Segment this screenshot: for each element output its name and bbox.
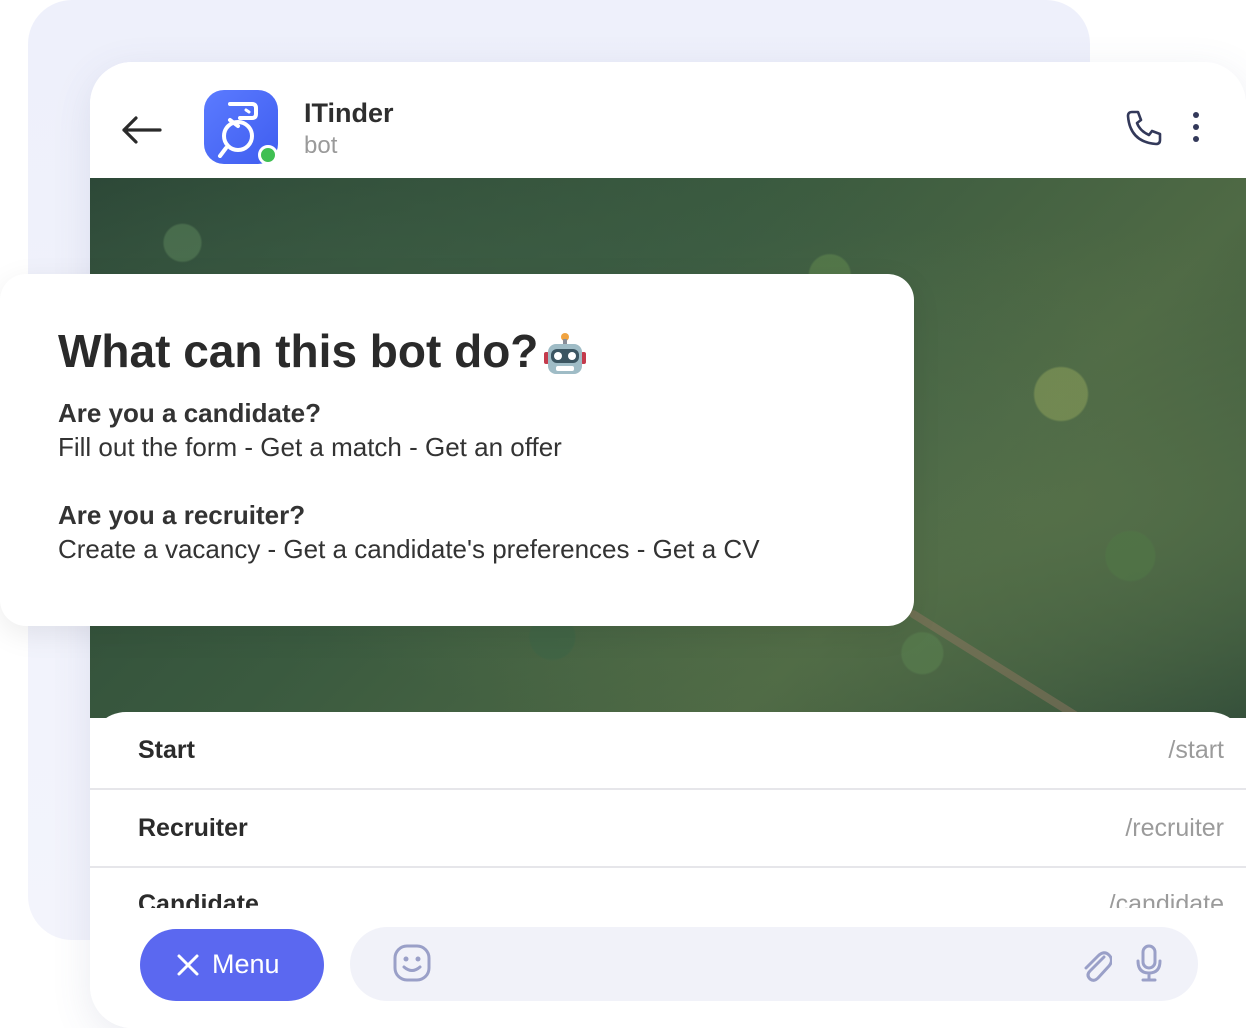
arrow-left-icon [122, 116, 162, 144]
command-code: /start [1168, 736, 1224, 764]
paperclip-icon [1084, 951, 1113, 982]
chat-title: ITinder [304, 98, 394, 128]
back-button[interactable] [120, 112, 162, 148]
composer-bar: Menu [90, 908, 1246, 1028]
menu-label: Menu [212, 949, 280, 979]
bot-description-card: What can this bot do? Are you a candidat… [0, 274, 914, 626]
more-options-button[interactable] [1184, 110, 1208, 144]
chat-header: ITinder bot [90, 62, 1246, 178]
command-row-recruiter[interactable]: Recruiter /recruiter [90, 790, 1246, 868]
microphone-button[interactable] [1134, 943, 1164, 988]
chat-subtitle: bot [304, 132, 338, 159]
call-button[interactable] [1124, 108, 1164, 148]
recruiter-question: Are you a recruiter? [58, 500, 306, 530]
recruiter-steps: Create a vacancy - Get a candidate's pre… [58, 534, 760, 564]
command-label: Recruiter [138, 814, 248, 842]
phone-icon [1126, 110, 1162, 146]
command-row-start[interactable]: Start /start [90, 712, 1246, 790]
candidate-steps: Fill out the form - Get a match - Get an… [58, 432, 562, 462]
online-status-dot [258, 145, 278, 165]
attach-button[interactable] [1078, 945, 1113, 988]
smile-icon [393, 944, 431, 982]
command-code: /recruiter [1125, 814, 1224, 842]
robot-icon [544, 332, 587, 374]
command-label: Start [138, 736, 195, 764]
menu-button[interactable]: Menu [140, 929, 324, 1001]
candidate-question: Are you a candidate? [58, 398, 321, 428]
emoji-button[interactable] [392, 943, 432, 988]
description-title: What can this bot do? [58, 324, 588, 378]
bot-commands-panel: Start /start Recruiter /recruiter Candid… [90, 712, 1246, 932]
close-icon [177, 954, 199, 976]
message-input[interactable] [350, 927, 1198, 1001]
more-vertical-icon [1193, 112, 1199, 142]
microphone-icon [1136, 944, 1162, 982]
description-title-text: What can this bot do? [58, 325, 539, 377]
